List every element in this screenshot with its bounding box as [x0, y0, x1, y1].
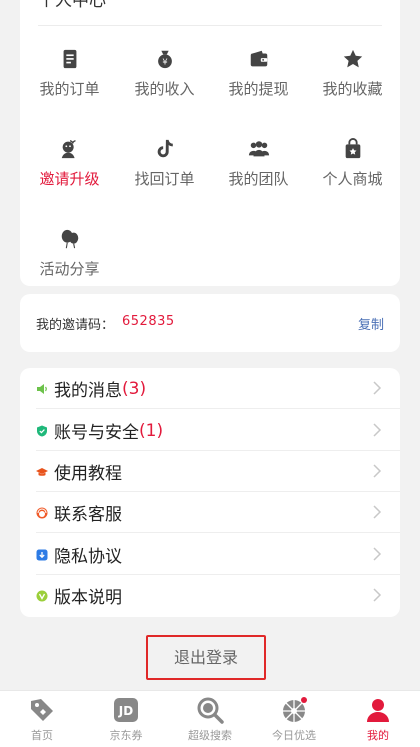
headset-icon	[36, 507, 48, 518]
grid-item-label: 活动分享	[39, 260, 100, 278]
jd-icon: JD	[114, 698, 138, 722]
grid-item-label: 我的订单	[39, 80, 100, 98]
menu-item-version-notes[interactable]: 版本说明	[20, 575, 400, 616]
chevron-right-icon	[373, 505, 382, 519]
search-icon	[197, 697, 224, 724]
grid-item-label: 找回订单	[134, 170, 195, 188]
menu-item-count: (1)	[139, 420, 164, 441]
home-tag-icon	[31, 699, 53, 721]
invite-code-value: 652835	[122, 314, 175, 329]
tab-label: 今日优选	[272, 729, 316, 742]
svg-text:¥: ¥	[162, 57, 167, 67]
grid-item-invite-upgrade[interactable]: 邀请升级	[22, 138, 117, 189]
section-title: 个人中心	[38, 0, 106, 11]
grid-item-my-favorites[interactable]: 我的收藏	[305, 48, 400, 99]
grid-item-activity-share[interactable]: 活动分享	[22, 228, 117, 279]
menu-item-tutorial[interactable]: 使用教程	[20, 451, 400, 492]
tab-daily-picks[interactable]: 今日优选	[252, 691, 336, 747]
grid-item-my-income[interactable]: ¥ 我的收入	[117, 48, 212, 99]
shield-icon	[37, 425, 47, 436]
menu-item-label: 账号与安全	[54, 423, 139, 443]
chevron-right-icon	[373, 381, 382, 395]
grid-item-label: 邀请升级	[39, 170, 100, 188]
tab-label: 首页	[31, 729, 53, 742]
grid-item-my-team[interactable]: 我的团队	[211, 138, 306, 189]
chevron-right-icon	[373, 588, 382, 602]
wallet-icon	[250, 50, 267, 67]
tiktok-icon	[157, 139, 173, 158]
divider	[36, 408, 400, 409]
menu-item-label: 隐私协议	[54, 547, 122, 567]
copy-button[interactable]: 复制	[358, 314, 384, 333]
team-icon	[248, 141, 269, 157]
menu-item-count: (3)	[122, 378, 147, 399]
tab-label: 京东券	[109, 729, 143, 742]
shutter-icon	[283, 697, 307, 722]
grid-item-my-orders[interactable]: 我的订单	[22, 48, 117, 99]
privacy-icon	[36, 549, 48, 560]
divider	[36, 532, 400, 533]
tab-mine[interactable]: 我的	[336, 691, 420, 747]
tab-home[interactable]: 首页	[0, 691, 84, 747]
invite-code-label: 我的邀请码：	[36, 318, 115, 333]
grid-item-label: 我的团队	[228, 170, 289, 188]
svg-text:JD: JD	[118, 704, 133, 718]
logout-button[interactable]: 退出登录	[146, 635, 266, 680]
menu-item-my-messages[interactable]: 我的消息 (3)	[20, 368, 400, 409]
menu-item-label: 联系客服	[54, 505, 122, 525]
bottom-tab-bar: 首页 JD 京东券 超级搜索 今日优选 我的	[0, 690, 420, 747]
invite-code-card: 我的邀请码： 652835 复制	[20, 294, 400, 352]
divider	[38, 25, 382, 26]
speaker-icon	[37, 383, 47, 394]
grid-item-my-withdraw[interactable]: 我的提现	[211, 48, 306, 99]
grid-item-label: 我的收入	[134, 80, 195, 98]
menu-item-label: 我的消息	[54, 381, 122, 401]
shopping-bag-icon	[345, 138, 360, 159]
menu-item-account-security[interactable]: 账号与安全 (1)	[20, 410, 400, 451]
tab-super-search[interactable]: 超级搜索	[168, 691, 252, 747]
menu-item-label: 版本说明	[54, 588, 122, 608]
grid-item-label: 我的提现	[228, 80, 289, 98]
money-bag-icon: ¥	[157, 50, 172, 69]
user-icon	[367, 699, 389, 722]
grid-item-label: 个人商城	[322, 170, 383, 188]
graduation-cap-icon	[36, 467, 48, 476]
grid-item-personal-mall[interactable]: 个人商城	[305, 138, 400, 189]
tab-jd-coupon[interactable]: JD 京东券	[84, 691, 168, 747]
menu-item-privacy-agreement[interactable]: 隐私协议	[20, 534, 400, 575]
personal-center-card: 个人中心 我的订单 ¥ 我的收入 我的提现 我的收藏 邀请升级 找回订单 我的团…	[20, 0, 400, 286]
tab-label: 超级搜索	[188, 729, 232, 742]
version-icon	[36, 590, 48, 601]
tab-label: 我的	[367, 729, 389, 742]
grid-item-retrieve-order[interactable]: 找回订单	[117, 138, 212, 189]
menu-item-label: 使用教程	[54, 464, 122, 484]
order-icon	[63, 49, 76, 69]
balloon-icon	[61, 229, 78, 249]
settings-menu-card: 我的消息 (3) 账号与安全 (1) 使用教程 联系客服 隐私协议 版本说明	[20, 368, 400, 617]
chevron-right-icon	[373, 423, 382, 437]
invite-user-icon	[61, 140, 76, 159]
chevron-right-icon	[373, 547, 382, 561]
star-icon	[343, 49, 362, 68]
grid-item-label: 我的收藏	[322, 80, 383, 98]
menu-item-customer-service[interactable]: 联系客服	[20, 492, 400, 533]
chevron-right-icon	[373, 464, 382, 478]
